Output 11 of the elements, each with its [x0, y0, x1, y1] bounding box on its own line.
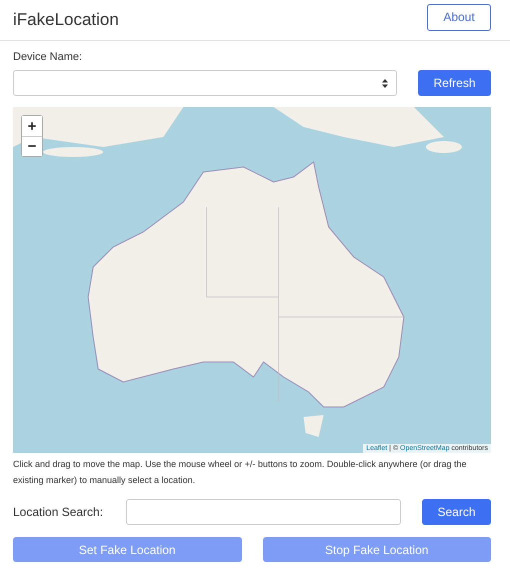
- about-button[interactable]: About: [427, 4, 491, 30]
- app-title: iFakeLocation: [13, 10, 119, 30]
- location-search-label: Location Search:: [13, 505, 104, 519]
- location-search-field[interactable]: [126, 499, 401, 525]
- zoom-out-button[interactable]: −: [22, 136, 42, 156]
- select-caret-icon: [382, 78, 388, 88]
- search-button[interactable]: Search: [422, 499, 491, 525]
- device-select[interactable]: [13, 70, 397, 96]
- refresh-button[interactable]: Refresh: [418, 70, 491, 96]
- device-name-label: Device Name:: [13, 51, 84, 63]
- help-text: Click and drag to move the map. Use the mouse wheel or +/- buttons to zoom. Double-click anywhere (or drag the existing marker) to manually select a location.: [13, 458, 468, 487]
